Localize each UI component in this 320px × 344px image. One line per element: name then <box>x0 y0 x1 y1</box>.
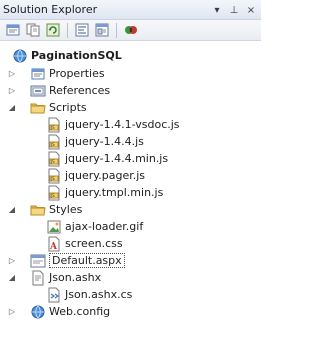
collapse-arrow-icon[interactable]: ◢ <box>8 273 16 283</box>
tree-node-label: Web.config <box>49 305 111 318</box>
css-file-icon: A <box>46 236 62 252</box>
solution-tree: PaginationSQL ▷ Properties ▷ References … <box>0 43 261 344</box>
auto-hide-pin-icon[interactable]: ⊥ <box>227 3 241 17</box>
collapse-arrow-icon[interactable]: ◢ <box>8 205 16 215</box>
tree-node-properties[interactable]: Properties <box>30 65 105 82</box>
tree-node-file[interactable]: JS jquery-1.4.4.min.js <box>46 150 168 167</box>
tree-node-json-ashx[interactable]: Json.ashx <box>30 269 101 286</box>
tree-node-file[interactable]: JS jquery-1.4.1-vsdoc.js <box>46 116 180 133</box>
expand-arrow-icon[interactable]: ▷ <box>8 256 16 266</box>
tree-node-label: jquery.pager.js <box>65 169 146 182</box>
tree-node-label: Scripts <box>49 101 87 114</box>
js-file-icon: JS <box>46 185 62 201</box>
svg-text:A: A <box>49 242 58 252</box>
svg-text:JS: JS <box>50 176 55 181</box>
tree-node-label: References <box>49 84 111 97</box>
svg-text:JS: JS <box>50 125 55 130</box>
aspx-page-icon <box>30 253 46 269</box>
js-file-icon: JS <box>46 168 62 184</box>
tree-node-label: Default.aspx <box>49 253 125 268</box>
expand-arrow-icon[interactable]: ▷ <box>8 86 16 96</box>
view-code-icon[interactable] <box>73 22 91 39</box>
properties-folder-icon <box>30 66 46 82</box>
gif-image-icon <box>46 219 62 235</box>
close-icon[interactable]: × <box>244 3 258 17</box>
js-file-icon: JS <box>46 117 62 133</box>
tree-node-file[interactable]: JS jquery.tmpl.min.js <box>46 184 163 201</box>
panel-title-bar: Solution Explorer ▾ ⊥ × <box>0 0 261 20</box>
toolbar-separator <box>116 22 117 38</box>
tree-node-file[interactable]: JS jquery.pager.js <box>46 167 145 184</box>
tree-node-label: ajax-loader.gif <box>65 220 144 233</box>
tree-node-label: jquery-1.4.4.js <box>65 135 144 148</box>
tree-node-label: Properties <box>49 67 105 80</box>
tree-node-file[interactable]: JS jquery-1.4.4.js <box>46 133 144 150</box>
svg-text:JS: JS <box>50 193 55 198</box>
panel-title: Solution Explorer <box>3 3 98 16</box>
tree-node-file[interactable]: ajax-loader.gif <box>46 218 143 235</box>
tree-node-web-config[interactable]: Web.config <box>30 303 110 320</box>
refresh-icon[interactable] <box>44 22 62 39</box>
properties-icon[interactable] <box>4 22 22 39</box>
tree-node-default-aspx[interactable]: Default.aspx <box>30 252 125 269</box>
svg-text:JS: JS <box>50 142 55 147</box>
toolbar-separator <box>67 22 68 38</box>
tree-node-label: Json.ashx.cs <box>65 288 133 301</box>
svg-text:JS: JS <box>50 159 55 164</box>
expand-arrow-icon[interactable]: ▷ <box>8 307 16 317</box>
web-project-icon <box>12 48 28 64</box>
view-designer-icon[interactable] <box>93 22 111 39</box>
tree-node-project[interactable]: PaginationSQL <box>12 47 122 64</box>
tree-node-label: Styles <box>49 203 83 216</box>
folder-open-icon <box>30 100 46 116</box>
class-diagram-icon[interactable] <box>122 22 140 39</box>
tree-node-scripts-folder[interactable]: Scripts <box>30 99 87 116</box>
show-all-files-icon[interactable] <box>24 22 42 39</box>
tree-node-label: screen.css <box>65 237 123 250</box>
expand-arrow-icon[interactable]: ▷ <box>8 69 16 79</box>
config-file-icon <box>30 304 46 320</box>
collapse-arrow-icon[interactable]: ◢ <box>8 103 16 113</box>
tree-node-file[interactable]: A screen.css <box>46 235 123 252</box>
folder-open-icon <box>30 202 46 218</box>
window-position-dropdown-icon[interactable]: ▾ <box>210 3 224 17</box>
cs-file-icon <box>46 287 62 303</box>
tree-node-file[interactable]: Json.ashx.cs <box>46 286 132 303</box>
js-file-icon: JS <box>46 134 62 150</box>
references-icon <box>30 83 46 99</box>
tree-node-label: jquery-1.4.1-vsdoc.js <box>65 118 180 131</box>
js-file-icon: JS <box>46 151 62 167</box>
tree-node-label: jquery-1.4.4.min.js <box>65 152 169 165</box>
ashx-handler-icon <box>30 270 46 286</box>
tree-node-references[interactable]: References <box>30 82 110 99</box>
tree-node-styles-folder[interactable]: Styles <box>30 201 82 218</box>
tree-node-label: Json.ashx <box>49 271 102 284</box>
toolbar <box>0 20 261 41</box>
project-label: PaginationSQL <box>31 49 122 62</box>
tree-node-label: jquery.tmpl.min.js <box>65 186 164 199</box>
